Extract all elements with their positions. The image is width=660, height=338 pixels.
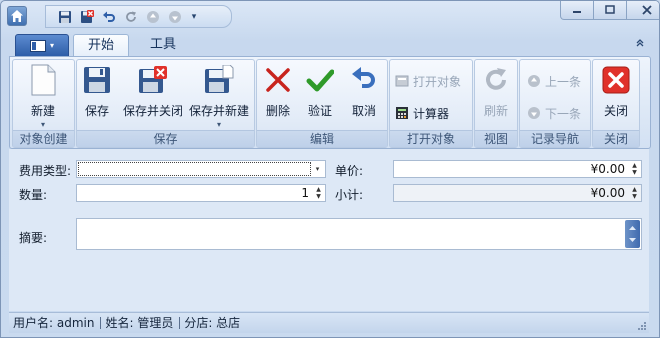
group-label: 关闭 (593, 130, 639, 147)
quantity-label: 数量: (19, 188, 48, 202)
spin-buttons-icon[interactable]: ▲ ▼ (314, 186, 323, 200)
up-icon (528, 75, 540, 87)
close-icon (600, 64, 632, 96)
group-label: 记录导航 (520, 130, 590, 147)
unit-price-input[interactable]: ¥0.00 ▲ ▼ (393, 160, 642, 178)
minimize-icon[interactable] (560, 1, 594, 20)
checkmark-icon (304, 64, 336, 96)
chevron-down-icon: ▾ (40, 120, 45, 129)
save-close-icon (137, 64, 169, 96)
chevron-down-icon: ▾ (49, 41, 54, 50)
expense-type-label: 费用类型: (19, 164, 72, 178)
cancel-button[interactable]: 取消 (349, 64, 379, 119)
quantity-input[interactable]: 1 ▲ ▼ (76, 184, 326, 202)
undo-icon (348, 64, 380, 96)
group-open-object: 打开对象 计算器 打开对象 (389, 59, 473, 148)
subtotal-field: ¥0.00 ▲ ▼ (393, 184, 642, 202)
close-window-icon[interactable] (626, 1, 659, 20)
refresh-button[interactable]: 刷新 (480, 64, 512, 119)
group-label: 对象创建 (13, 130, 74, 147)
chevron-down-icon: ▾ (216, 120, 221, 129)
save-new-icon (203, 64, 235, 96)
application-menu-button[interactable]: ▾ (15, 34, 69, 57)
quick-access-toolbar: ▾ (45, 5, 232, 28)
summary-label: 摘要: (19, 231, 48, 245)
new-button[interactable]: 新建 ▾ (23, 64, 63, 129)
previous-record-button[interactable]: 上一条 (527, 72, 581, 90)
group-label: 视图 (475, 130, 517, 147)
down-icon (528, 107, 540, 119)
refresh-icon (480, 64, 512, 96)
customize-toolbar-icon[interactable]: ▾ (188, 12, 200, 22)
spin-buttons-icon[interactable]: ▲ ▼ (630, 162, 639, 176)
menu-icon (29, 39, 46, 52)
group-label: 打开对象 (390, 130, 472, 147)
group-edit: 删除 验证 取消 编辑 (256, 59, 388, 148)
close-button[interactable]: 关闭 (600, 64, 632, 119)
window-controls (560, 1, 659, 20)
ribbon-tabs: ▾ 开始 工具 (9, 34, 651, 57)
collapse-ribbon-icon[interactable] (635, 38, 645, 51)
save-button[interactable]: 保存 (83, 64, 111, 119)
chevron-down-icon[interactable]: ▾ (312, 162, 323, 176)
up-icon[interactable] (144, 8, 162, 26)
subtotal-label: 小计: (335, 188, 364, 202)
summary-textarea[interactable] (76, 218, 642, 250)
delete-icon (262, 64, 294, 96)
new-document-icon (27, 64, 59, 96)
unit-price-label: 单价: (335, 164, 364, 178)
group-save: 保存 保存并关闭 保存并新建 ▾ 保存 (76, 59, 255, 148)
spin-buttons-icon: ▲ ▼ (632, 186, 637, 200)
group-label: 保存 (77, 130, 254, 147)
calculator-button[interactable]: 计算器 (395, 104, 449, 122)
save-and-close-button[interactable]: 保存并关闭 (121, 64, 185, 119)
status-bar: 用户名: admin 姓名: 管理员 分店: 总店 (9, 312, 649, 333)
save-icon[interactable] (56, 8, 74, 26)
maximize-icon[interactable] (593, 1, 627, 20)
expense-type-select[interactable]: ▾ (76, 160, 326, 178)
save-close-icon[interactable] (78, 8, 96, 26)
undo-icon[interactable] (100, 8, 118, 26)
refresh-icon[interactable] (122, 8, 140, 26)
home-icon[interactable] (7, 6, 27, 26)
calculator-icon (396, 107, 408, 119)
open-object-button[interactable]: 打开对象 (395, 72, 461, 90)
form-area: 费用类型: ▾ 单价: ¥0.00 ▲ ▼ 数量: 1 ▲ ▼ 小计: ¥0.00 … (9, 149, 649, 311)
save-icon (81, 64, 113, 96)
tab-start[interactable]: 开始 (73, 34, 129, 57)
group-object-create: 新建 ▾ 对象创建 (12, 59, 75, 148)
status-name: 姓名: 管理员 (101, 317, 181, 329)
status-username: 用户名: admin (9, 317, 102, 329)
save-and-new-button[interactable]: 保存并新建 ▾ (187, 64, 251, 129)
ribbon: 新建 ▾ 对象创建 保存 保存并关闭 保存并新建 ▾ 保存 删除 验证 取消 编… (9, 56, 651, 149)
delete-button[interactable]: 删除 (263, 64, 293, 119)
status-branch: 分店: 总店 (184, 316, 241, 330)
group-label: 编辑 (257, 130, 387, 147)
tab-tools[interactable]: 工具 (137, 34, 189, 55)
title-bar: ▾ (1, 1, 659, 31)
down-icon[interactable] (166, 8, 184, 26)
open-object-icon (395, 75, 409, 87)
group-close: 关闭 关闭 (592, 59, 640, 148)
validate-button[interactable]: 验证 (305, 64, 335, 119)
resize-grip-icon[interactable] (636, 320, 646, 330)
app-window: ▾ ▾ 开始 工具 新建 ▾ 对象创建 保存 保存并关闭 保存并新建 ▾ 保存 … (0, 0, 660, 338)
next-record-button[interactable]: 下一条 (527, 104, 581, 122)
group-record-nav: 上一条 下一条 记录导航 (519, 59, 591, 148)
group-view: 刷新 视图 (474, 59, 518, 148)
scrollbar[interactable] (625, 220, 640, 248)
